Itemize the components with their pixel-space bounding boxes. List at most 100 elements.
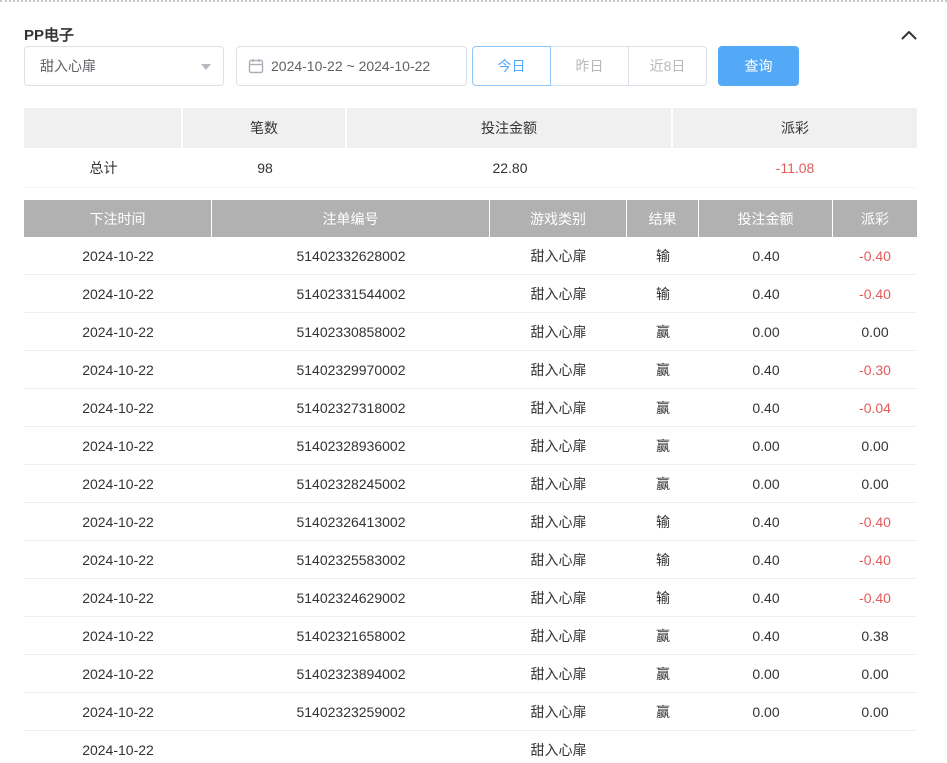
pp-games-panel: PP电子 甜入心扉 2024-10-22 ~ 2024-10-22 今日 昨日 … — [0, 2, 947, 763]
quick-date-button-group: 今日 昨日 近8日 — [472, 46, 707, 86]
cell-result: 赢 — [627, 617, 699, 654]
cell-order: 51402326413002 — [212, 503, 490, 540]
summary-table: 笔数 投注金额 派彩 总计 98 22.80 -11.08 — [24, 108, 917, 188]
cell-bet: 0.40 — [699, 275, 833, 312]
summary-header-bet-amount: 投注金额 — [347, 108, 673, 148]
cell-order: 51402332628002 — [212, 237, 490, 274]
cell-payout: 0.00 — [833, 465, 917, 502]
cell-result: 赢 — [627, 465, 699, 502]
table-row: 2024-10-2251402321658002甜入心扉赢0.400.38 — [24, 617, 917, 655]
summary-header-row: 笔数 投注金额 派彩 — [24, 108, 917, 148]
cell-payout: -0.40 — [833, 579, 917, 616]
cell-payout: 0.38 — [833, 617, 917, 654]
cell-result: 赢 — [627, 313, 699, 350]
cell-order: 51402328245002 — [212, 465, 490, 502]
cell-order: 51402331544002 — [212, 275, 490, 312]
cell-bet: 0.40 — [699, 579, 833, 616]
game-select-value: 甜入心扉 — [40, 56, 96, 76]
table-row: 2024-10-2251402326413002甜入心扉输0.40-0.40 — [24, 503, 917, 541]
cell-result: 输 — [627, 579, 699, 616]
table-row: 2024-10-2251402328936002甜入心扉赢0.000.00 — [24, 427, 917, 465]
cell-bet: 0.40 — [699, 503, 833, 540]
cell-date: 2024-10-22 — [24, 541, 212, 578]
table-body: 2024-10-2251402332628002甜入心扉输0.40-0.4020… — [24, 237, 917, 763]
cell-payout: -0.40 — [833, 275, 917, 312]
cell-payout: -0.30 — [833, 351, 917, 388]
cell-date: 2024-10-22 — [24, 503, 212, 540]
cell-game: 甜入心扉 — [490, 503, 627, 540]
quick-filter-last8days-button[interactable]: 近8日 — [628, 46, 707, 86]
table-row: 2024-10-2251402332628002甜入心扉输0.40-0.40 — [24, 237, 917, 275]
table-row: 2024-10-2251402325583002甜入心扉输0.40-0.40 — [24, 541, 917, 579]
table-row: 2024-10-22 甜入心扉 — [24, 731, 917, 763]
cell-date: 2024-10-22 — [24, 617, 212, 654]
cell-game: 甜入心扉 — [490, 541, 627, 578]
summary-total-payout: -11.08 — [673, 148, 917, 188]
date-range-input[interactable]: 2024-10-22 ~ 2024-10-22 — [236, 46, 467, 86]
cell-date: 2024-10-22 — [24, 237, 212, 274]
cell-payout: -0.40 — [833, 541, 917, 578]
col-header-bet-amount: 投注金额 — [699, 200, 833, 237]
cell-game: 甜入心扉 — [490, 275, 627, 312]
cell-game: 甜入心扉 — [490, 313, 627, 350]
cell-game: 甜入心扉 — [490, 579, 627, 616]
cell-bet: 0.00 — [699, 655, 833, 692]
cell-date: 2024-10-22 — [24, 351, 212, 388]
panel-header: PP电子 — [24, 2, 917, 46]
cell-order: 51402327318002 — [212, 389, 490, 426]
chevron-up-icon — [901, 30, 917, 40]
cell-bet: 0.00 — [699, 427, 833, 464]
table-row: 2024-10-2251402327318002甜入心扉赢0.40-0.04 — [24, 389, 917, 427]
cell-order: 51402323259002 — [212, 693, 490, 730]
cell-payout: -0.40 — [833, 503, 917, 540]
table-row: 2024-10-2251402329970002甜入心扉赢0.40-0.30 — [24, 351, 917, 389]
game-select[interactable]: 甜入心扉 — [24, 46, 224, 86]
panel-title: PP电子 — [24, 24, 74, 45]
quick-filter-yesterday-button[interactable]: 昨日 — [550, 46, 629, 86]
table-row: 2024-10-2251402323259002甜入心扉赢0.000.00 — [24, 693, 917, 731]
cell-date: 2024-10-22 — [24, 465, 212, 502]
date-range-value: 2024-10-22 ~ 2024-10-22 — [271, 58, 430, 74]
cell-result: 输 — [627, 237, 699, 274]
cell-order: 51402325583002 — [212, 541, 490, 578]
summary-total-row: 总计 98 22.80 -11.08 — [24, 148, 917, 188]
cell-game: 甜入心扉 — [490, 617, 627, 654]
cell-date: 2024-10-22 — [24, 275, 212, 312]
cell-result: 赢 — [627, 655, 699, 692]
query-button[interactable]: 查询 — [718, 46, 799, 86]
cell-result: 赢 — [627, 693, 699, 730]
cell-date: 2024-10-22 — [24, 693, 212, 730]
cell-bet: 0.40 — [699, 389, 833, 426]
cell-payout: 0.00 — [833, 313, 917, 350]
cell-game: 甜入心扉 — [490, 389, 627, 426]
collapse-panel-button[interactable] — [901, 30, 917, 40]
cell-game: 甜入心扉 — [490, 655, 627, 692]
cell-bet: 0.40 — [699, 351, 833, 388]
quick-filter-today-button[interactable]: 今日 — [472, 46, 551, 86]
bet-records-table: 下注时间 注单编号 游戏类别 结果 投注金额 派彩 2024-10-225140… — [24, 200, 917, 763]
cell-order: 51402329970002 — [212, 351, 490, 388]
col-header-game-type: 游戏类别 — [490, 200, 627, 237]
cell-date: 2024-10-22 — [24, 313, 212, 350]
cell-date: 2024-10-22 — [24, 655, 212, 692]
cell-date: 2024-10-22 — [24, 427, 212, 464]
cell-result: 赢 — [627, 351, 699, 388]
summary-header-payout: 派彩 — [673, 108, 917, 148]
cell-payout: 0.00 — [833, 427, 917, 464]
cell-order: 51402324629002 — [212, 579, 490, 616]
col-header-payout: 派彩 — [833, 200, 917, 237]
cell-result: 输 — [627, 503, 699, 540]
cell-order: 51402321658002 — [212, 617, 490, 654]
table-row: 2024-10-2251402328245002甜入心扉赢0.000.00 — [24, 465, 917, 503]
cell-bet: 0.40 — [699, 541, 833, 578]
cell-game: 甜入心扉 — [490, 237, 627, 274]
cell-date: 2024-10-22 — [24, 731, 212, 763]
table-row: 2024-10-2251402331544002甜入心扉输0.40-0.40 — [24, 275, 917, 313]
cell-game: 甜入心扉 — [490, 731, 627, 763]
cell-date: 2024-10-22 — [24, 579, 212, 616]
cell-order — [212, 731, 490, 763]
chevron-down-icon — [201, 64, 211, 70]
table-row: 2024-10-2251402330858002甜入心扉赢0.000.00 — [24, 313, 917, 351]
cell-result: 输 — [627, 541, 699, 578]
cell-payout: 0.00 — [833, 655, 917, 692]
